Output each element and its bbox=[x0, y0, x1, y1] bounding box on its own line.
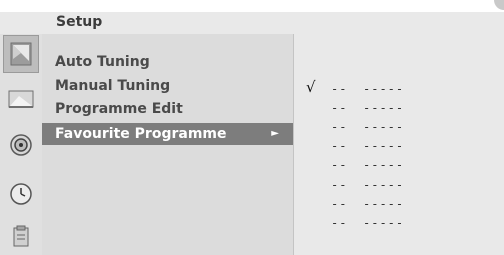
favourite-number: -- bbox=[331, 139, 348, 153]
menu-item-label: Manual Tuning bbox=[55, 78, 171, 94]
favourite-slot[interactable]: -- ----- bbox=[306, 194, 496, 214]
category-icon-bar bbox=[0, 34, 42, 255]
menu-item-programme-edit[interactable]: Programme Edit bbox=[42, 98, 293, 120]
favourite-name: ----- bbox=[363, 178, 405, 192]
favourite-number: -- bbox=[331, 158, 348, 172]
favourite-name: ----- bbox=[363, 82, 405, 96]
special-icon bbox=[10, 225, 32, 249]
sound-icon bbox=[9, 133, 33, 157]
favourite-number: -- bbox=[331, 197, 348, 211]
tv-osd-screen: Setup Auto Tuning Manual Tuning Programm… bbox=[0, 0, 504, 255]
category-sound[interactable] bbox=[6, 130, 36, 160]
favourite-slot[interactable]: -- ----- bbox=[306, 213, 496, 233]
menu-item-favourite-programme[interactable]: Favourite Programme ► bbox=[42, 123, 293, 145]
setup-menu: Auto Tuning Manual Tuning Programme Edit… bbox=[42, 34, 293, 255]
favourite-slot[interactable]: -- ----- bbox=[306, 175, 496, 195]
favourite-number: -- bbox=[331, 216, 348, 230]
favourite-number: -- bbox=[331, 82, 348, 96]
favourite-name: ----- bbox=[363, 139, 405, 153]
favourite-name: ----- bbox=[363, 197, 405, 211]
menu-item-manual-tuning[interactable]: Manual Tuning bbox=[42, 75, 293, 97]
category-time[interactable] bbox=[6, 179, 36, 209]
favourite-slot[interactable]: -- ----- bbox=[306, 136, 496, 156]
favourite-programme-panel: √ -- ----- -- ----- -- ----- -- ----- --… bbox=[293, 34, 504, 255]
category-special[interactable] bbox=[6, 222, 36, 252]
favourite-number: -- bbox=[331, 101, 348, 115]
menu-item-label: Programme Edit bbox=[55, 101, 183, 117]
menu-item-label: Auto Tuning bbox=[55, 54, 150, 70]
time-icon bbox=[9, 182, 33, 206]
category-picture[interactable] bbox=[6, 84, 36, 114]
category-setup[interactable] bbox=[3, 35, 39, 73]
arrow-right-icon: ► bbox=[271, 128, 279, 139]
favourite-slot[interactable]: -- ----- bbox=[306, 155, 496, 175]
favourite-name: ----- bbox=[363, 120, 405, 134]
favourite-number: -- bbox=[331, 120, 348, 134]
check-icon: √ bbox=[306, 78, 316, 96]
menu-item-label: Favourite Programme bbox=[55, 126, 227, 142]
favourite-slot[interactable]: √ -- ----- bbox=[306, 78, 496, 99]
favourite-name: ----- bbox=[363, 101, 405, 115]
favourite-slot[interactable]: -- ----- bbox=[306, 117, 496, 137]
menu-item-auto-tuning[interactable]: Auto Tuning bbox=[42, 51, 293, 73]
favourite-name: ----- bbox=[363, 158, 405, 172]
favourite-slot[interactable]: -- ----- bbox=[306, 98, 496, 118]
picture-icon bbox=[7, 88, 35, 110]
corner-decoration bbox=[494, 0, 504, 10]
title-bar: Setup bbox=[0, 12, 504, 34]
favourite-name: ----- bbox=[363, 216, 405, 230]
page-title: Setup bbox=[56, 14, 103, 30]
setup-icon bbox=[9, 41, 33, 67]
favourite-number: -- bbox=[331, 178, 348, 192]
